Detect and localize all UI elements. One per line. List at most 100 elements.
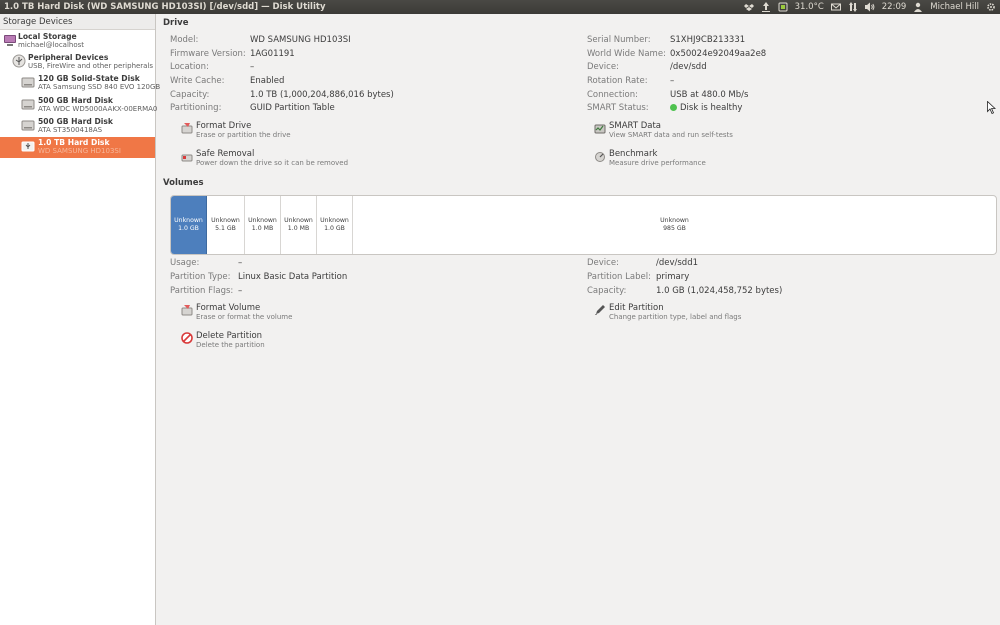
disk-icon [21,118,35,132]
format-volume-button[interactable]: Format Volume Erase or format the volume [181,303,401,325]
volume-name: Unknown [284,217,313,224]
window-title: 1.0 TB Hard Disk (WD SAMSUNG HD103SI) [/… [4,2,326,12]
field-value: 1AG01191 [250,49,295,59]
field-value: – [670,76,675,86]
action-title: Delete Partition [196,331,263,341]
dropbox-icon[interactable] [743,2,754,12]
sidebar-item-title: 500 GB Hard Disk [38,96,113,105]
temperature-icon[interactable] [778,2,788,12]
system-tray: 31.0°C 22:09 Michael Hill [743,2,1000,12]
sidebar-item-subtitle: michael@localhost [18,41,85,49]
sidebar-header: Storage Devices [0,14,155,30]
sidebar-item-title: Peripheral Devices [28,53,109,62]
volume-segment[interactable]: Unknown 985 GB [353,196,996,254]
field-label: Partition Type: [170,272,231,282]
benchmark-icon [594,150,606,162]
action-title: SMART Data [609,121,662,131]
disk-icon [21,75,35,89]
action-title: Edit Partition [609,303,664,313]
mail-icon[interactable] [830,2,841,12]
field-value: – [250,62,255,72]
volume-segment[interactable]: Unknown 5.1 GB [207,196,245,254]
action-desc: Erase or partition the drive [196,131,291,139]
field-label: Device: [587,62,619,72]
field-label: Capacity: [170,90,210,100]
field-value: S1XHJ9CB213331 [670,35,746,45]
drive-heading: Drive [163,18,189,28]
delete-partition-button[interactable]: Delete Partition Delete the partition [181,331,401,353]
volume-segment[interactable]: Unknown 1.0 GB [317,196,353,254]
healthy-status-dot [670,104,677,111]
volume-segment[interactable]: Unknown 1.0 MB [281,196,317,254]
sidebar-item-hdd-1tb[interactable]: 1.0 TB Hard Disk WD SAMSUNG HD103SI [0,137,155,158]
safe-removal-button[interactable]: Safe Removal Power down the drive so it … [181,149,401,171]
field-label: Write Cache: [170,76,225,86]
field-value: – [238,286,243,296]
action-title: Format Drive [196,121,252,131]
sidebar-item-subtitle: ATA ST3500418AS [38,126,103,134]
field-label: Capacity: [587,286,627,296]
field-value: USB at 480.0 Mb/s [670,90,749,100]
volume-name: Unknown [174,217,203,224]
computer-icon [3,33,17,47]
field-label: Device: [587,258,619,268]
field-label: Firmware Version: [170,49,246,59]
field-value: WD SAMSUNG HD103SI [250,35,351,45]
benchmark-button[interactable]: Benchmark Measure drive performance [594,149,814,171]
sidebar-item-ssd-120gb[interactable]: 120 GB Solid-State Disk ATA Samsung SSD … [0,73,160,94]
field-value: 1.0 TB (1,000,204,886,016 bytes) [250,90,394,100]
volume-name: Unknown [320,217,349,224]
volume-name: Unknown [248,217,277,224]
smart-data-button[interactable]: SMART Data View SMART data and run self-… [594,121,814,143]
pencil-icon [594,304,606,316]
volume-size: 1.0 GB [178,225,199,232]
sidebar-item-title: 120 GB Solid-State Disk [38,74,140,83]
sidebar-item-local-storage[interactable]: Local Storage michael@localhost [0,31,155,52]
action-desc: Change partition type, label and flags [609,313,742,321]
network-icon[interactable] [848,2,858,12]
main-panel: Drive Model: WD SAMSUNG HD103SI Firmware … [157,14,1000,625]
format-drive-button[interactable]: Format Drive Erase or partition the driv… [181,121,401,143]
sidebar-item-subtitle: WD SAMSUNG HD103SI [38,147,121,155]
volume-segment-selected[interactable]: Unknown 1.0 GB [171,196,207,254]
edit-partition-button[interactable]: Edit Partition Change partition type, la… [594,303,814,325]
action-desc: Erase or format the volume [196,313,293,321]
field-label: SMART Status: [587,103,649,113]
smart-data-icon [594,122,606,134]
volume-name: Unknown [211,217,240,224]
volume-size: 1.0 MB [251,225,274,232]
temperature-value: 31.0°C [794,2,824,12]
action-desc: Delete the partition [196,341,265,349]
sidebar-item-subtitle: ATA Samsung SSD 840 EVO 120GB [38,83,161,91]
action-title: Format Volume [196,303,261,313]
usb-disk-icon [21,139,35,153]
volume-size: 5.1 GB [215,225,236,232]
field-label: Location: [170,62,209,72]
field-value: /dev/sdd [670,62,707,72]
power-gear-icon[interactable] [986,2,996,12]
field-label: Partition Label: [587,272,651,282]
action-title: Safe Removal [196,149,255,159]
field-label: Partition Flags: [170,286,234,296]
update-icon[interactable] [761,2,771,12]
field-label: Serial Number: [587,35,651,45]
sidebar-item-peripheral-devices[interactable]: Peripheral Devices USB, FireWire and oth… [0,52,155,73]
sidebar-item-hdd-500gb-seagate[interactable]: 500 GB Hard Disk ATA ST3500418AS [0,116,155,137]
clock[interactable]: 22:09 [882,2,907,12]
mouse-cursor-icon [987,101,996,114]
field-value: /dev/sdd1 [656,258,699,268]
volume-icon[interactable] [864,2,875,12]
volume-segment[interactable]: Unknown 1.0 MB [245,196,281,254]
storage-devices-sidebar: Storage Devices Local Storage michael@lo… [0,14,160,625]
user-name[interactable]: Michael Hill [930,2,979,12]
field-value: Linux Basic Data Partition [238,272,348,282]
field-value: – [238,258,243,268]
action-title: Benchmark [609,149,658,159]
format-drive-icon [181,122,193,134]
field-label: Usage: [170,258,200,268]
field-label: Rotation Rate: [587,76,648,86]
volumes-heading: Volumes [163,178,204,188]
user-icon [913,2,923,12]
action-desc: View SMART data and run self-tests [609,131,733,139]
sidebar-item-hdd-500gb-wdc[interactable]: 500 GB Hard Disk ATA WDC WD5000AAKX-00ER… [0,95,157,116]
